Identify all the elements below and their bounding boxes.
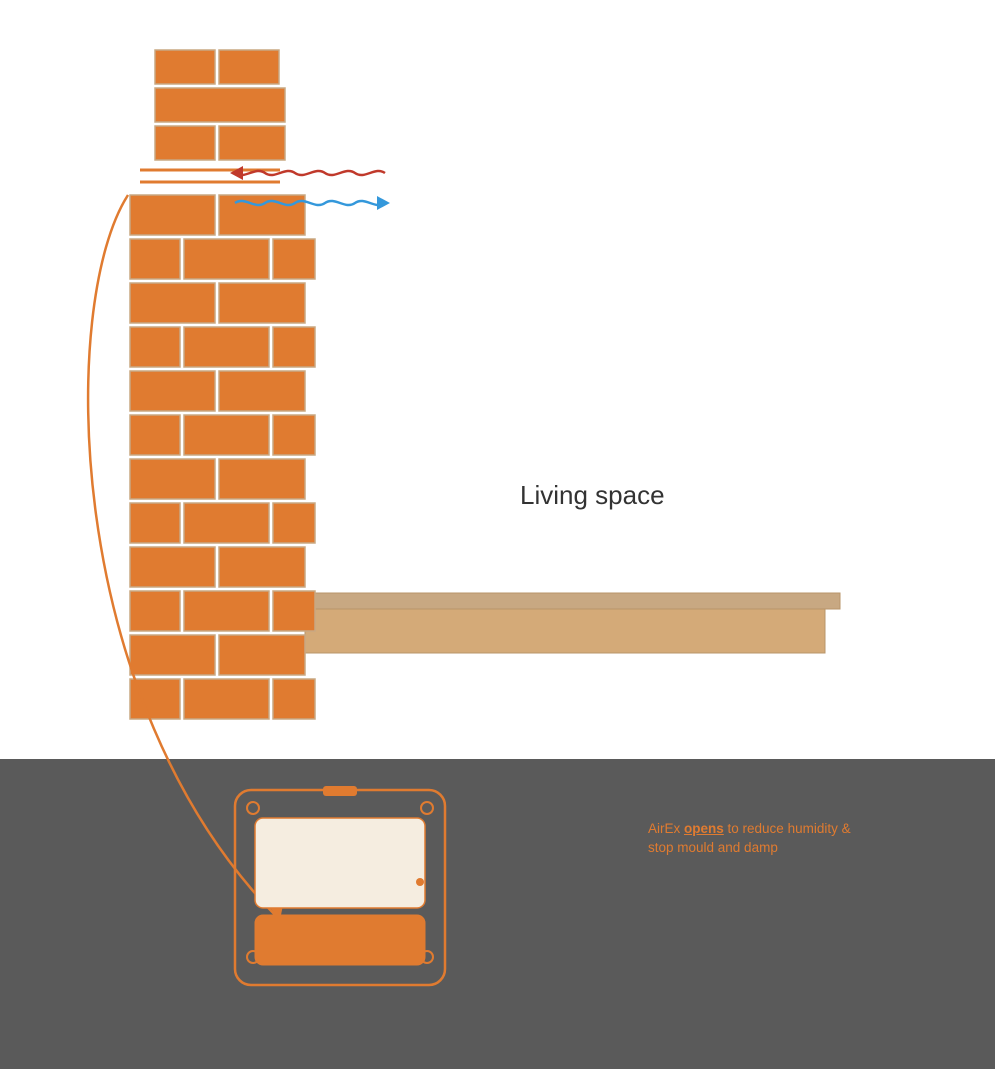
airex-label: AirEx opens to reduce humidity &stop mou… <box>648 820 858 858</box>
airex-device <box>225 780 455 1000</box>
living-space-label: Living space <box>520 480 665 511</box>
airex-bold: opens <box>684 821 724 836</box>
curve-arrow <box>0 0 995 1069</box>
airex-prefix: AirEx <box>648 821 684 836</box>
